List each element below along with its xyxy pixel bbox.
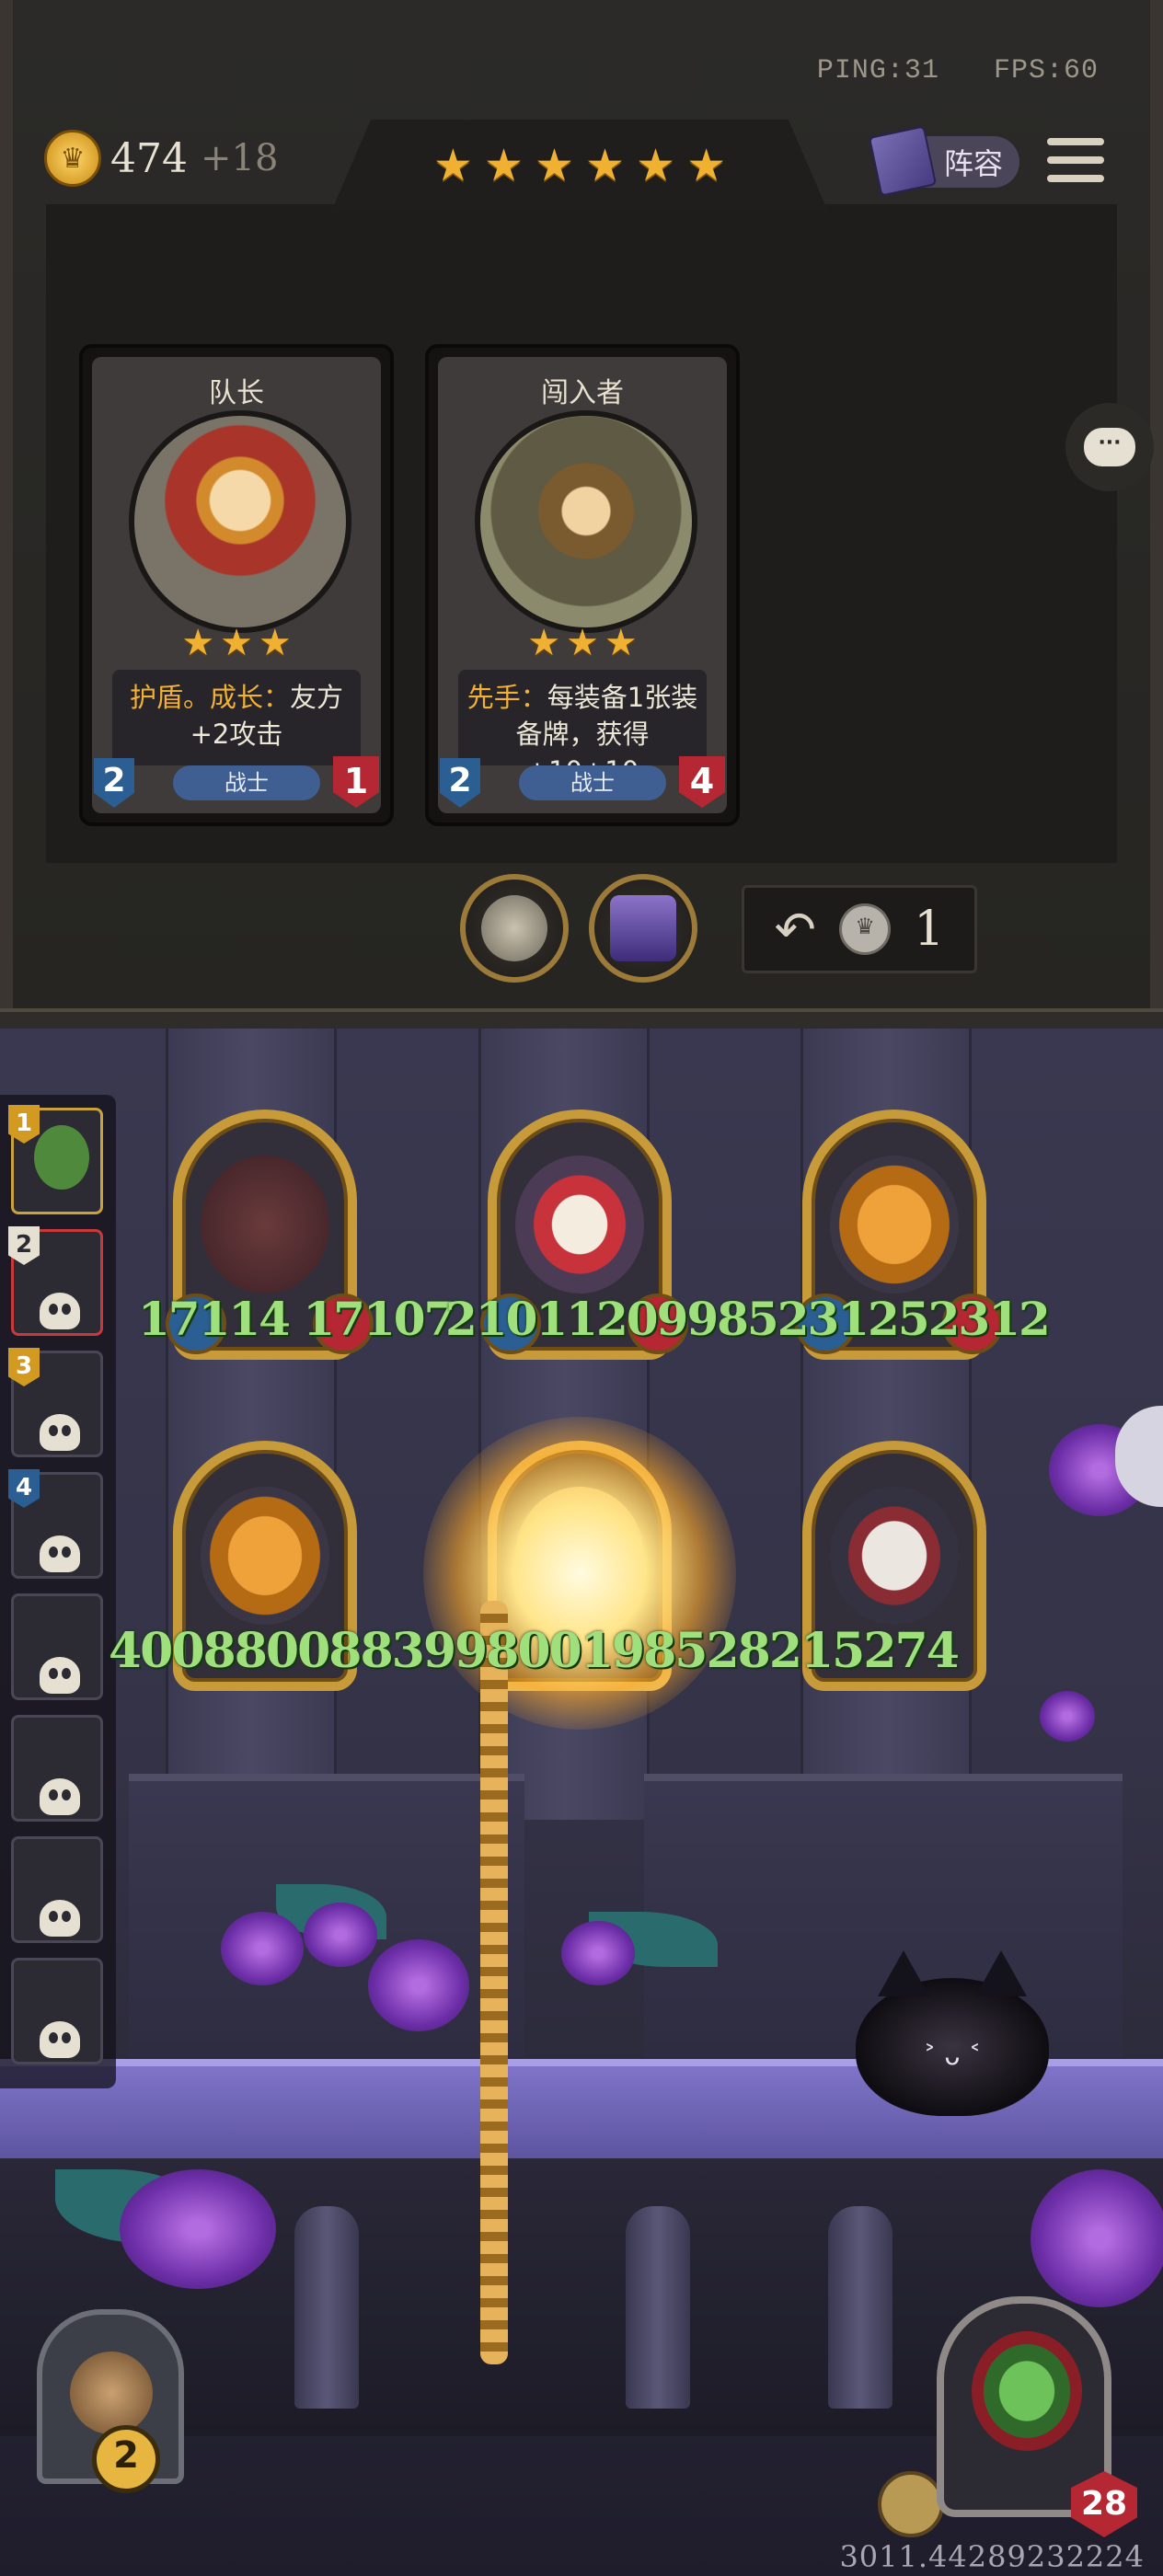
captain-portrait <box>129 410 351 633</box>
baluster <box>294 2206 359 2409</box>
star-icon: ★ <box>585 140 626 191</box>
opponent-rank: 2 <box>8 1226 40 1265</box>
card-stars: ★ ★ ★ <box>181 622 292 664</box>
gift-count: 2 <box>92 2425 160 2493</box>
card-stars: ★ ★ ★ <box>527 622 638 664</box>
health-badge: 4 <box>679 756 725 808</box>
lineup-button[interactable]: 阵容 <box>868 125 1019 197</box>
ping-text: PING:31 <box>816 55 939 86</box>
menu-icon[interactable] <box>1047 138 1104 190</box>
opponent-slot-2[interactable]: 2 <box>8 1226 103 1336</box>
opponent-rank: 1 <box>8 1105 40 1144</box>
cage-pet-icon <box>70 2352 153 2434</box>
opponent-slot-4[interactable]: 4 <box>8 1469 103 1579</box>
skull-icon <box>40 1414 80 1451</box>
cat-face: ˃ ᴗ ˂ <box>923 2041 982 2071</box>
opponent-slot-7[interactable] <box>11 1836 103 1943</box>
refresh-icon: ↶ <box>774 900 816 959</box>
opponent-slot-5[interactable] <box>11 1593 103 1700</box>
cat-ear <box>878 1950 929 1996</box>
gold-counter: ♛ 474 +18 <box>44 130 279 187</box>
desc-keyword: 先手： <box>466 682 547 713</box>
star-icon: ★ <box>686 140 727 191</box>
opponent-rank: 4 <box>8 1469 40 1508</box>
pet-cat-blob[interactable]: ˃ ᴗ ˂ <box>856 1950 1049 2116</box>
card-description: 先手：每装备1张装备牌，获得+10+10 <box>458 670 707 787</box>
damage-numbers-row1-right: 21011209985231252312 <box>445 1292 1051 1346</box>
class-label: 战士 <box>173 765 320 800</box>
tier-badge: 2 <box>94 758 134 808</box>
boar-portrait <box>201 1156 329 1294</box>
cat-ear <box>975 1950 1027 1996</box>
gold-income: +18 <box>200 137 279 179</box>
skull-icon <box>40 1900 80 1937</box>
opponent-slot-1[interactable]: 1 <box>8 1105 103 1214</box>
card-description: 护盾。成长：友方+2攻击 <box>112 670 361 765</box>
opponent-rank: 3 <box>8 1348 40 1386</box>
desc-keyword: 护盾。成长： <box>129 682 290 713</box>
health-badge: 1 <box>333 756 379 808</box>
rose <box>120 2169 276 2289</box>
chat-icon: ··· <box>1084 428 1135 466</box>
opponent-list: 1 2 3 4 <box>0 1095 116 2088</box>
opponent-slot-6[interactable] <box>11 1715 103 1822</box>
door-icon <box>610 895 676 961</box>
gold-value: 474 <box>110 134 188 182</box>
lineup-label: 阵容 <box>943 146 1003 181</box>
rose <box>1040 1691 1095 1742</box>
rose <box>304 1903 377 1967</box>
rose <box>561 1921 635 1985</box>
skull-icon <box>40 1778 80 1815</box>
rose <box>1031 2169 1163 2307</box>
star-icon: ★ <box>483 140 524 191</box>
performance-readout: PING:31 FPS:60 <box>780 55 1099 86</box>
refresh-button[interactable]: ↶ ♛ 1 <box>742 885 977 973</box>
masked-portrait <box>830 1487 959 1625</box>
door-item-button[interactable] <box>589 874 697 983</box>
gold-coin-icon: ♛ <box>44 130 101 187</box>
baluster <box>626 2206 690 2409</box>
bell-icon[interactable] <box>878 2471 944 2537</box>
damage-numbers-row1-left: 17114 17107 <box>138 1292 455 1346</box>
fps-text: FPS:60 <box>993 55 1099 86</box>
star-icon: ★ <box>432 140 473 191</box>
shop-card-captain[interactable]: 队长 ★ ★ ★ 护盾。成长：友方+2攻击 2 战士 1 <box>79 344 394 826</box>
skull-icon <box>40 1293 80 1329</box>
coin-icon: ♛ <box>839 903 892 955</box>
star-icon: ★ <box>636 140 676 191</box>
gift-cage-button[interactable]: 2 <box>37 2309 184 2493</box>
skull-icon <box>40 2021 80 2058</box>
opponent-slot-8[interactable] <box>11 1958 103 2064</box>
intruder-portrait <box>475 410 697 633</box>
card-body: 队长 ★ ★ ★ 护盾。成长：友方+2攻击 2 战士 1 <box>92 357 381 813</box>
opponent-slot-3[interactable]: 3 <box>8 1348 103 1457</box>
skull-icon <box>40 1535 80 1572</box>
baluster <box>828 2206 892 2409</box>
damage-numbers-row2: 400880088399800198528215274 <box>109 1623 960 1679</box>
hero-face <box>972 2331 1082 2451</box>
clown-portrait <box>515 1156 644 1294</box>
rose <box>221 1912 304 1985</box>
card-name: 闯入者 <box>541 377 624 409</box>
class-label: 战士 <box>519 765 666 800</box>
opponent-avatar <box>34 1125 89 1190</box>
attack-flash-effect <box>423 1417 736 1730</box>
skull-icon <box>40 1657 80 1694</box>
coordinate-readout: 3011.44289232224 <box>839 2539 1145 2574</box>
card-body: 闯入者 ★★★ 先手：每装备1张装备牌，获得+10+10 2 战士 4 <box>438 357 727 813</box>
refresh-cost: 1 <box>914 902 945 957</box>
book-icon <box>868 125 938 197</box>
chain-effect <box>480 1601 508 2364</box>
shop-card-intruder[interactable]: 闯入者 ★★★ 先手：每装备1张装备牌，获得+10+10 2 战士 4 <box>425 344 740 826</box>
pumpkin-portrait <box>201 1487 329 1625</box>
shop-tier-stars: ★ ★ ★ ★ ★ ★ <box>331 120 828 212</box>
tier-badge: 2 <box>440 758 480 808</box>
star-icon: ★ <box>534 140 574 191</box>
card-name: 队长 <box>209 377 264 409</box>
bottle-item-button[interactable] <box>460 874 569 983</box>
bottle-icon <box>481 895 547 961</box>
rose <box>368 1939 469 2031</box>
pumpkin-portrait <box>830 1156 959 1294</box>
chat-button[interactable]: ··· <box>1065 403 1154 491</box>
